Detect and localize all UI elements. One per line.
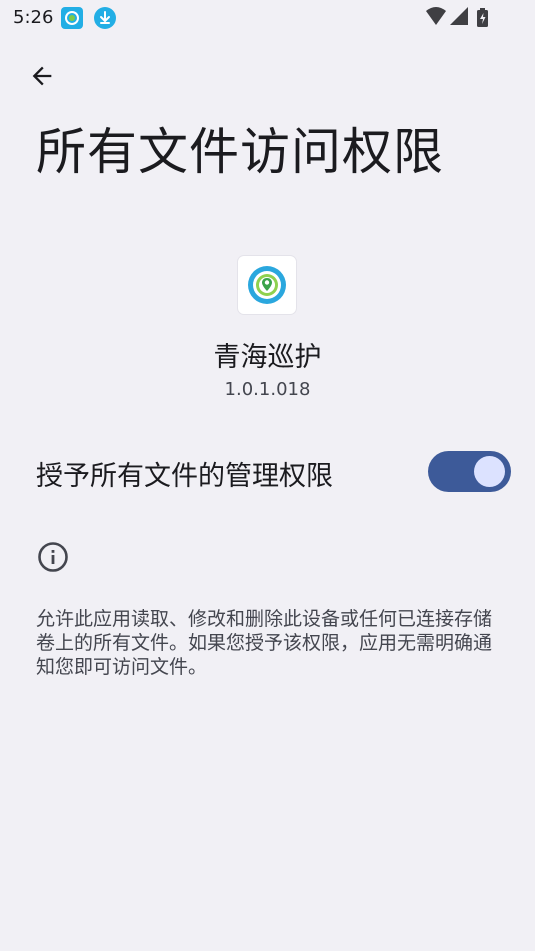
permission-label: 授予所有文件的管理权限 — [36, 461, 333, 492]
app-icon — [238, 256, 296, 314]
wifi-icon — [426, 7, 446, 25]
status-time: 5:26 — [13, 7, 54, 28]
signal-icon — [450, 7, 468, 25]
app-notification-icon — [61, 7, 83, 29]
permission-switch[interactable] — [428, 451, 511, 492]
permission-description: 允许此应用读取、修改和删除此设备或任何已连接存储卷上的所有文件。如果您授予该权限… — [36, 608, 493, 678]
permission-toggle-row[interactable]: 授予所有文件的管理权限 — [0, 440, 535, 504]
back-button[interactable] — [22, 58, 62, 98]
download-icon — [94, 7, 116, 29]
info-icon — [37, 541, 69, 573]
status-bar: 5:26 — [0, 0, 535, 36]
status-right-icons — [425, 6, 495, 30]
arrow-back-icon — [28, 62, 56, 94]
battery-icon — [477, 8, 488, 27]
switch-knob — [474, 456, 505, 487]
app-version: 1.0.1.018 — [224, 379, 311, 400]
page-title: 所有文件访问权限 — [36, 123, 444, 181]
app-name: 青海巡护 — [213, 342, 322, 373]
